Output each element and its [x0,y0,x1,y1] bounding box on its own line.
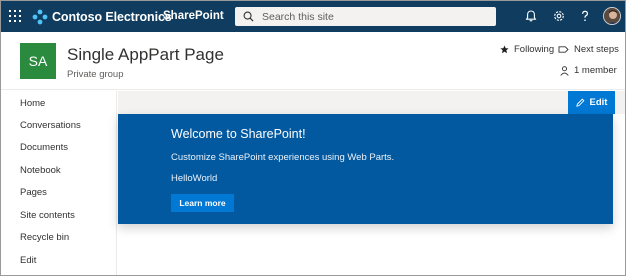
left-navigation: Home Conversations Documents Notebook Pa… [1,91,117,275]
learn-more-button[interactable]: Learn more [171,194,234,212]
brand-name: Contoso Electronics [52,9,172,24]
bell-icon[interactable] [524,9,538,23]
user-avatar[interactable] [603,7,621,25]
next-steps-icon [558,46,569,53]
following-label: Following [514,44,555,55]
site-logo[interactable]: SA [20,43,56,79]
person-icon [560,65,569,76]
members-button[interactable]: 1 member [560,65,617,76]
webpart-property-text: HelloWorld [171,173,218,184]
site-header: SA Single AppPart Page Private group Fol… [1,32,625,90]
nav-item-conversations[interactable]: Conversations [20,120,81,131]
webpart-title: Welcome to SharePoint! [171,127,306,141]
following-button[interactable]: Following [500,44,554,55]
brand[interactable]: Contoso Electronics [32,7,172,26]
nav-item-edit[interactable]: Edit [20,255,36,266]
search-placeholder: Search this site [262,10,334,23]
nav-item-recycle-bin[interactable]: Recycle bin [20,232,69,243]
app-launcher-icon[interactable] [9,10,21,22]
next-steps-label: Next steps [574,44,619,55]
nav-item-notebook[interactable]: Notebook [20,165,61,176]
site-privacy-label: Private group [67,69,124,80]
gear-icon[interactable] [552,9,566,23]
pencil-icon [575,98,584,107]
app-name[interactable]: SharePoint [163,10,224,22]
search-box[interactable]: Search this site [235,7,496,26]
contoso-logo-icon [32,9,48,24]
suite-bar: Contoso Electronics SharePoint Search th… [1,1,625,32]
nav-item-pages[interactable]: Pages [20,187,47,198]
nav-item-home[interactable]: Home [20,98,45,109]
nav-item-site-contents[interactable]: Site contents [20,210,75,221]
search-icon [243,11,254,22]
nav-item-documents[interactable]: Documents [20,142,68,153]
edit-label: Edit [589,97,608,108]
webpart-description: Customize SharePoint experiences using W… [171,152,395,163]
site-logo-initials: SA [28,53,48,69]
star-icon [500,45,509,54]
edit-button[interactable]: Edit [568,91,615,114]
help-icon[interactable] [578,9,592,23]
command-bar [118,91,625,114]
browser-frame: Contoso Electronics SharePoint Search th… [0,0,626,276]
site-title[interactable]: Single AppPart Page [67,45,224,65]
next-steps-button[interactable]: Next steps [558,44,619,55]
members-label: 1 member [574,65,617,76]
welcome-webpart: Welcome to SharePoint! Customize SharePo… [118,114,613,224]
